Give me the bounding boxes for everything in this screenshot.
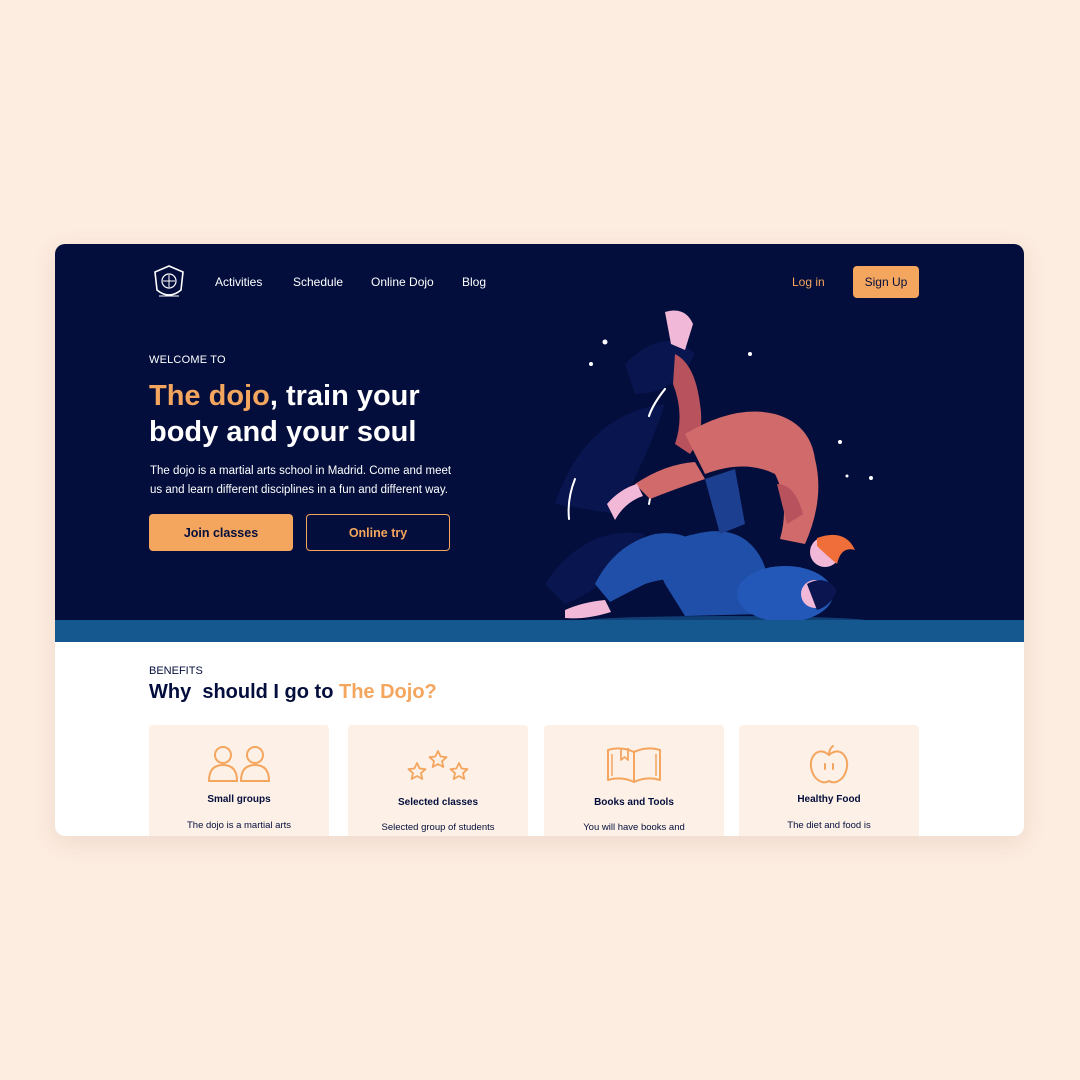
benefit-card-healthy-food[interactable]: Healthy Food The diet and food is — [739, 725, 919, 836]
apple-icon — [809, 745, 849, 784]
card-text: The diet and food is — [787, 820, 871, 831]
card-title: Small groups — [207, 794, 271, 805]
nav-schedule[interactable]: Schedule — [293, 275, 343, 289]
card-title: Selected classes — [397, 797, 479, 808]
people-icon — [207, 746, 271, 782]
dojo-logo-icon[interactable] — [151, 264, 187, 302]
landing-page-frame: Activities Schedule Online Dojo Blog Log… — [55, 244, 1024, 836]
benefits-title-prefix: Why should I go to — [149, 681, 339, 703]
hero-headline: The dojo, train your body and your soul — [149, 378, 489, 450]
nav-online-dojo[interactable]: Online Dojo — [371, 275, 434, 289]
online-try-button[interactable]: Online try — [306, 514, 450, 551]
book-icon — [607, 747, 661, 783]
benefits-title-accent: The Dojo? — [338, 681, 437, 703]
card-title: Books and Tools — [594, 797, 674, 808]
card-text: Selected group of students — [381, 822, 495, 833]
hero-eyebrow: WELCOME TO — [149, 354, 226, 366]
headline-accent: The dojo — [149, 380, 270, 412]
card-title: Healthy Food — [797, 794, 861, 805]
judo-illustration — [545, 310, 875, 628]
stars-icon — [407, 750, 469, 780]
benefit-card-small-groups[interactable]: Small groups The dojo is a martial arts — [149, 725, 329, 836]
card-text: The dojo is a martial arts — [186, 820, 291, 831]
benefit-card-selected-classes[interactable]: Selected classes Selected group of stude… — [348, 725, 528, 836]
benefit-card-books-and-tools[interactable]: Books and Tools You will have books and — [544, 725, 724, 836]
mat-floor — [55, 620, 1024, 642]
hero-description: The dojo is a martial arts school in Mad… — [150, 465, 452, 496]
nav-activities[interactable]: Activities — [215, 275, 262, 289]
benefits-title: Why should I go to The Dojo? — [149, 681, 437, 704]
card-text: You will have books and — [583, 822, 685, 833]
join-classes-button[interactable]: Join classes — [149, 514, 293, 551]
hero-section: Activities Schedule Online Dojo Blog Log… — [55, 244, 1024, 642]
nav-blog[interactable]: Blog — [462, 275, 486, 289]
benefits-eyebrow: BENEFITS — [149, 665, 203, 677]
